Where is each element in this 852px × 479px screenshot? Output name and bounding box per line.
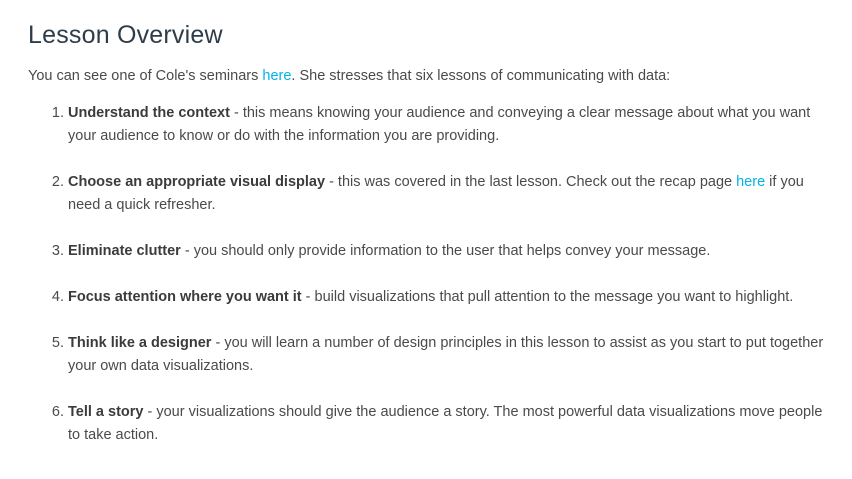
intro-paragraph: You can see one of Cole's seminars here.… xyxy=(28,65,828,87)
lesson-title: Understand the context xyxy=(68,105,230,121)
lesson-item-focus-attention: Focus attention where you want it - buil… xyxy=(68,286,828,309)
lesson-title: Choose an appropriate visual display xyxy=(68,174,326,190)
seminar-link[interactable]: here xyxy=(262,68,291,84)
lesson-list: Understand the context - this means know… xyxy=(28,102,828,447)
lesson-content: Lesson Overview You can see one of Cole'… xyxy=(28,18,828,470)
lesson-title: Tell a story xyxy=(68,404,144,420)
page-title: Lesson Overview xyxy=(28,21,223,49)
lesson-item-visual-display: Choose an appropriate visual display - t… xyxy=(68,171,828,217)
lesson-title: Focus attention where you want it xyxy=(68,289,302,305)
lesson-item-think-designer: Think like a designer - you will learn a… xyxy=(68,332,828,378)
intro-text-end: . She stresses that six lessons of commu… xyxy=(291,68,671,84)
lesson-item-tell-story: Tell a story - your visualizations shoul… xyxy=(68,401,828,447)
recap-page-link[interactable]: here xyxy=(736,174,765,190)
lesson-title: Think like a designer xyxy=(68,335,212,351)
lesson-description: - this was covered in the last lesson. C… xyxy=(325,174,737,190)
lesson-item-understand-context: Understand the context - this means know… xyxy=(68,102,828,148)
lesson-description: - your visualizations should give the au… xyxy=(68,404,823,443)
lesson-item-eliminate-clutter: Eliminate clutter - you should only prov… xyxy=(68,240,828,263)
lesson-title: Eliminate clutter xyxy=(68,243,181,259)
lesson-description: - build visualizations that pull attenti… xyxy=(301,289,794,305)
lesson-description: - you should only provide information to… xyxy=(180,243,711,259)
intro-text: You can see one of Cole's seminars xyxy=(28,68,263,84)
